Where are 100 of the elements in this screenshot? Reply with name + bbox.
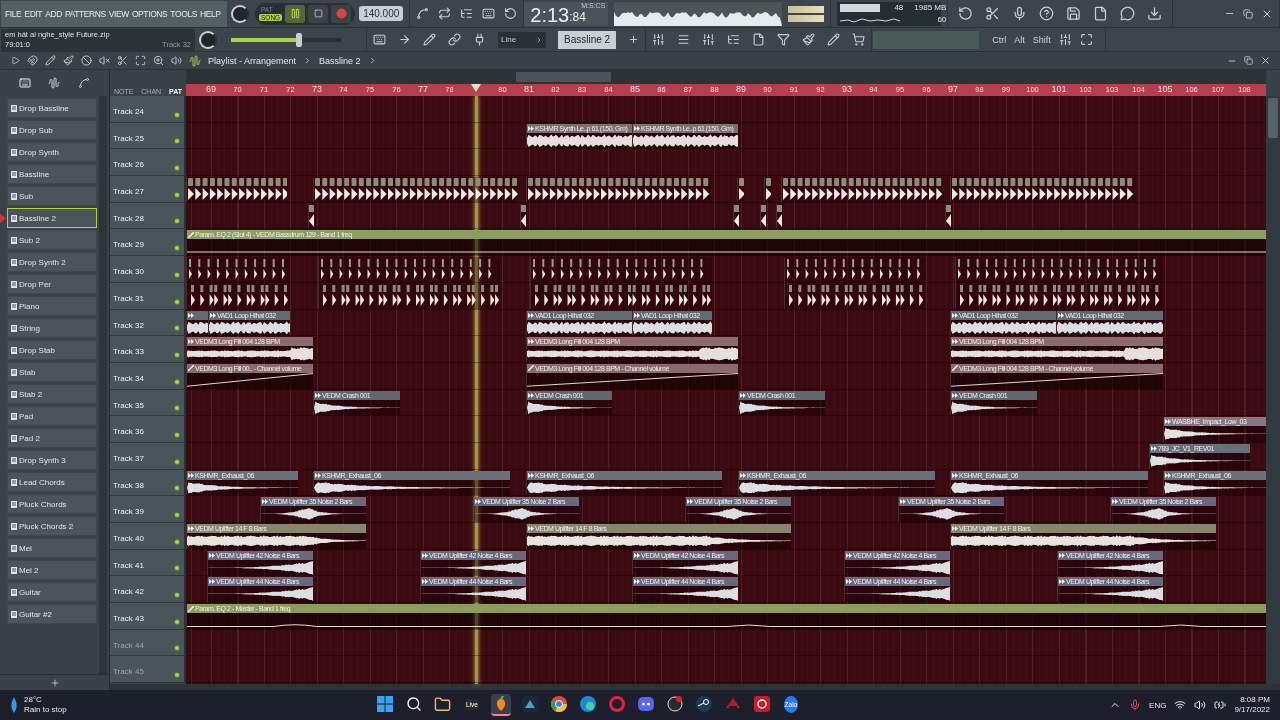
track-header[interactable]: Track 34 [110,362,186,390]
menu-item[interactable]: ADD [45,8,62,19]
pattern-item[interactable]: Pluck Chords [7,494,97,514]
pattern-item[interactable]: String [7,318,97,338]
track-name: Track 35 [113,400,144,410]
modifier-key[interactable]: Shift [1032,34,1051,45]
menu-item[interactable]: VIEW [108,8,129,19]
track-header[interactable]: Track 37 [110,442,186,470]
menu-item[interactable]: HELP [200,8,221,19]
pattern-item[interactable]: Guitar [7,582,97,602]
pattern-item[interactable]: Pad [7,406,97,426]
bar-number: 85 [630,84,640,94]
pattern-item[interactable]: Drop Synth 3 [7,450,97,470]
bar-number: 93 [842,84,852,94]
menu-item[interactable]: OPTIONS [131,8,168,19]
track-header[interactable]: Track 24 [110,96,186,123]
track-name: Track 28 [113,213,144,223]
bar-number: 105 [1157,84,1173,94]
pattern-item[interactable]: Drop Bassline [7,98,97,118]
bar-number: 97 [948,84,958,94]
tempo-display[interactable]: 140.000 [359,6,404,21]
pattern-item[interactable]: Piano [7,296,97,316]
track-header[interactable]: Track 28 [110,202,186,230]
track-name: Track 38 [113,480,144,490]
track-header[interactable]: Track 30 [110,256,186,283]
pattern-item[interactable]: Drop Synth 2 [7,252,97,272]
track-name: Track 44 [113,640,144,650]
track-header[interactable]: Track 42 [110,576,186,604]
bar-number: 81 [524,84,534,94]
menu-item[interactable]: FILE [5,8,22,19]
pattern-selector[interactable]: Bassline 2 [558,30,617,49]
track-name: Track 39 [113,507,144,517]
language-indicator[interactable]: ENG [1149,700,1167,710]
pattern-item[interactable]: Guitar #2 [7,604,97,624]
track-name: Track 41 [113,560,144,570]
track-header[interactable]: Track 35 [110,389,186,417]
monitor-reading: 48 [893,3,904,12]
bar-number: 89 [736,84,746,94]
pattern-item[interactable]: Pluck Chords 2 [7,516,97,536]
track-name: Track 40 [113,534,144,543]
pattern-item[interactable]: Sub 2 [7,230,97,250]
track-header[interactable]: Track 29 [110,229,186,257]
track-name: Track 42 [113,587,144,597]
pattern-item[interactable]: Mel [7,538,97,558]
track-header[interactable]: Track 25 [110,122,186,150]
track-header[interactable]: Track 31 [110,282,186,310]
bar-number: 69 [206,84,216,94]
pattern-item[interactable]: Drop Per [7,274,97,294]
monitor-reading: 60 [936,15,947,24]
pattern-item[interactable]: Drop Stab [7,340,97,360]
time-centiseconds: :84 [569,9,586,26]
track-name: Track 27 [113,187,144,197]
track-name: Track 31 [113,293,144,303]
pattern-item[interactable]: Stab 2 [7,384,97,404]
track-header[interactable]: Track 43 [110,603,186,630]
track-name: Track 26 [113,160,144,170]
track-name: Track 34 [113,373,144,383]
weather-temperature[interactable]: 28°C [24,695,67,705]
track-header[interactable]: Track 36 [110,416,186,443]
menu-item[interactable]: PATTERNS [64,8,106,19]
pattern-item[interactable]: Mel 2 [7,560,97,580]
breadcrumb[interactable]: Bassline 2 [319,55,361,66]
clock-time[interactable]: 8:08 PM [1240,695,1270,705]
modifier-key[interactable]: Ctrl [992,34,1007,45]
track-header[interactable]: Track 38 [110,469,186,497]
track-name: Track 25 [113,133,144,143]
monitor-reading: 1985 MB [913,3,947,12]
pattern-item[interactable]: Stab [7,362,97,382]
menu-item[interactable]: TOOLS [170,8,198,19]
window-title: Playlist - Arrangement [208,55,297,66]
track-header[interactable]: Track 26 [110,149,186,177]
modifier-key[interactable]: Alt [1014,34,1025,45]
track-name: Track 36 [113,427,144,437]
pattern-item[interactable]: Sub [7,186,97,206]
track-name: Track 43 [113,614,144,624]
menu-item[interactable]: EDIT [24,8,43,19]
track-header[interactable]: Track 40 [110,523,186,550]
bar-number: 101 [1051,84,1067,94]
track-name: Track 33 [113,347,144,357]
time-main: 2:13 [530,3,570,26]
bar-number: 77 [418,84,428,94]
pattern-item[interactable]: Drop Synth [7,142,97,162]
track-name: Track 24 [113,107,144,116]
track-header[interactable]: Track 27 [110,176,186,203]
track-header[interactable]: Track 41 [110,549,186,577]
pattern-item[interactable]: Pad 2 [7,428,97,448]
pattern-item[interactable]: Lead Chords [7,472,97,492]
track-header[interactable]: Track 32 [110,309,186,337]
weather-forecast[interactable]: Rain to stop [24,705,67,715]
track-name: Track 32 [113,320,144,330]
snap-dropdown[interactable]: Line [498,31,546,48]
track-name: Track 37 [113,453,144,463]
track-name: Track 45 [113,667,144,677]
track-name: Track 29 [113,240,144,250]
track-header[interactable]: Track 33 [110,336,186,363]
pattern-item[interactable]: Drop Sub [7,120,97,140]
track-header[interactable]: Track 39 [110,496,186,523]
track-name: Track 30 [113,267,144,277]
clock-date[interactable]: 9/17/2022 [1234,705,1270,715]
pattern-item[interactable]: Bassline [7,164,97,184]
